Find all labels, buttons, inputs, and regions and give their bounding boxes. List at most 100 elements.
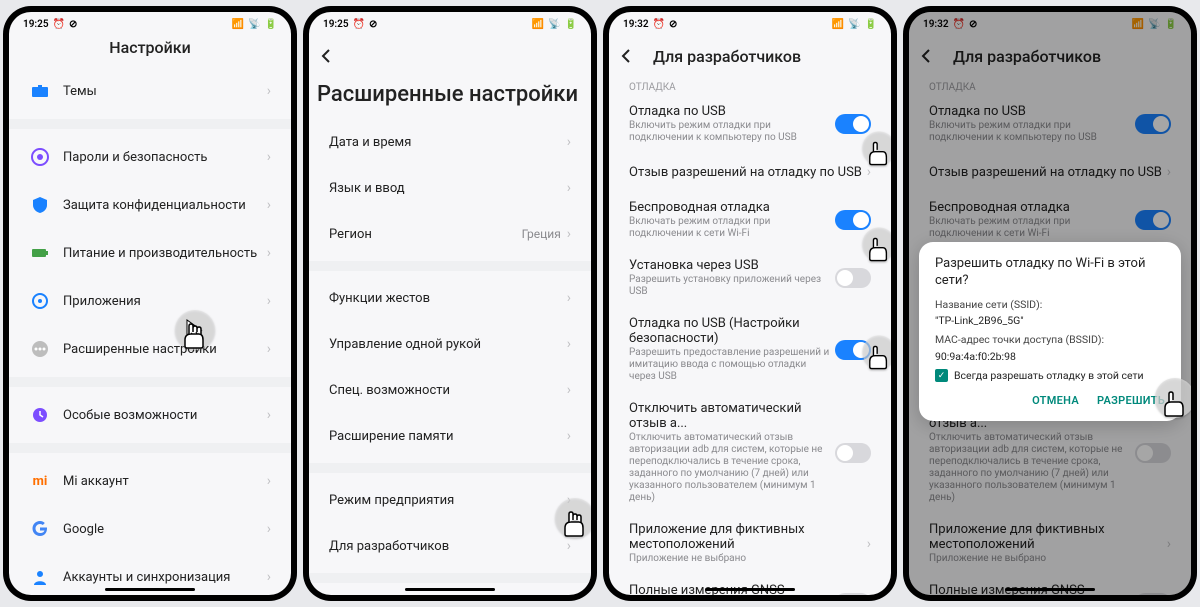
statusbar: 19:25⏰⊘ 📶📡🔋 (309, 12, 591, 36)
dialog-title: Разрешить отладку по Wi-Fi в этой сети? (935, 256, 1165, 290)
row-subtitle: Отключить автоматический отзыв авторизац… (629, 432, 835, 504)
mi-icon: mi (29, 470, 51, 492)
checkbox-label: Всегда разрешать отладку в этой сети (954, 369, 1144, 382)
row-enterprise[interactable]: Режим предприятия› (321, 477, 579, 523)
themes-icon (29, 80, 51, 102)
dialog-always-allow-checkbox[interactable]: ✓ Всегда разрешать отладку в этой сети (935, 369, 1165, 382)
battery-icon: 🔋 (265, 19, 277, 30)
row-one-hand[interactable]: Управление одной рукой› (321, 321, 579, 367)
toggle-install-usb[interactable] (835, 268, 871, 288)
chevron-right-icon: › (267, 149, 271, 165)
chevron-right-icon: › (267, 569, 271, 585)
chevron-right-icon: › (567, 538, 571, 554)
chevron-right-icon: › (267, 83, 271, 99)
row-usb-security[interactable]: Отладка по USB (Настройки безопасности)Р… (621, 307, 879, 392)
row-memory-ext[interactable]: Расширение памяти› (321, 413, 579, 459)
row-gnss[interactable]: Полные измерения GNSSОтслеживать все гру… (621, 574, 879, 595)
row-label: Для разработчиков (329, 539, 567, 554)
settings-row-mi-account[interactable]: mi Mi аккаунт› (21, 457, 279, 505)
row-install-usb[interactable]: Установка через USBРазрешить установку п… (621, 249, 879, 307)
row-mock-location[interactable]: Приложение для фиктивных местоположенийП… (621, 513, 879, 574)
toggle-usb-debug[interactable] (835, 114, 871, 134)
chevron-right-icon: › (267, 293, 271, 309)
chevron-right-icon: › (267, 197, 271, 213)
row-subtitle: Включать режим отладки при подключении к… (629, 216, 835, 240)
chevron-right-icon: › (267, 473, 271, 489)
row-label: Регион (329, 227, 522, 242)
settings-row-google[interactable]: Google› (21, 505, 279, 553)
statusbar: 19:25⏰⊘ 📶📡🔋 (9, 12, 291, 36)
row-label: Mi аккаунт (63, 474, 267, 489)
timer-icon (29, 404, 51, 426)
page-title: Настройки (9, 36, 291, 67)
row-lang-input[interactable]: Язык и ввод› (321, 165, 579, 211)
nav-handle[interactable] (705, 588, 795, 591)
dialog-bssid-label: MAC-адрес точки доступа (BSSID): (935, 333, 1165, 348)
row-label: Пароли и безопасность (63, 150, 267, 165)
chevron-right-icon: › (267, 521, 271, 537)
row-label: Отладка по USB (629, 104, 835, 119)
back-button[interactable] (613, 42, 641, 70)
toggle-wireless-debug[interactable] (835, 210, 871, 230)
chevron-right-icon: › (867, 164, 871, 180)
row-developer-options[interactable]: Для разработчиков› (321, 523, 579, 569)
google-icon (29, 518, 51, 540)
chevron-right-icon: › (267, 341, 271, 357)
dialog-ssid-label: Название сети (SSID): (935, 298, 1165, 313)
row-label: Отключить автоматический отзыв а... (629, 401, 835, 431)
row-label: Функции жестов (329, 291, 567, 306)
row-label: Приложения (63, 294, 267, 309)
row-label: Режим предприятия (329, 493, 567, 508)
wifi-debug-dialog: Разрешить отладку по Wi-Fi в этой сети? … (919, 242, 1181, 421)
toggle-gnss[interactable] (835, 593, 871, 595)
row-label: Беспроводная отладка (629, 200, 835, 215)
chevron-right-icon: › (267, 407, 271, 423)
page-title: Для разработчиков (653, 47, 801, 66)
settings-row-apps[interactable]: Приложения› (21, 277, 279, 325)
chevron-right-icon: › (567, 290, 571, 306)
lock-icon (29, 146, 51, 168)
dialog-bssid-value: 90:9a:4a:f0:2b:98 (935, 350, 1165, 363)
back-button[interactable] (313, 42, 341, 70)
row-date-time[interactable]: Дата и время› (321, 119, 579, 165)
dialog-allow-button[interactable]: РАЗРЕШИТЬ (1097, 394, 1165, 407)
row-region[interactable]: РегионГреция › (321, 211, 579, 257)
chevron-right-icon: › (567, 428, 571, 444)
row-label: Управление одной рукой (329, 337, 567, 352)
dialog-cancel-button[interactable]: ОТМЕНА (1032, 394, 1079, 407)
settings-row-power[interactable]: Питание и производительность› (21, 229, 279, 277)
chevron-right-icon: › (567, 382, 571, 398)
row-label: Установка через USB (629, 258, 835, 273)
row-label: Расширение памяти (329, 429, 567, 444)
row-label: Google (63, 522, 267, 537)
nav-handle[interactable] (105, 588, 195, 591)
dialog-ssid-value: "TP-Link_2B96_5G" (935, 314, 1165, 327)
settings-row-privacy-protection[interactable]: Защита конфиденциальности› (21, 181, 279, 229)
row-label: Язык и ввод (329, 181, 567, 196)
toggle-usb-security[interactable] (835, 340, 871, 360)
settings-row-themes[interactable]: Темы› (21, 67, 279, 115)
toggle-auto-revoke[interactable] (835, 443, 871, 463)
settings-row-passwords[interactable]: Пароли и безопасность› (21, 133, 279, 181)
battery-icon (29, 242, 51, 264)
section-label: ОТЛАДКА (621, 74, 879, 95)
row-auto-revoke[interactable]: Отключить автоматический отзыв а...Отклю… (621, 392, 879, 513)
row-usb-debug[interactable]: Отладка по USBВключить режим отладки при… (621, 95, 879, 153)
chevron-right-icon: › (867, 536, 871, 552)
chevron-right-icon: › (567, 492, 571, 508)
row-label: Особые возможности (63, 408, 267, 423)
chevron-right-icon: › (567, 180, 571, 196)
row-label: Спец. возможности (329, 383, 567, 398)
chevron-right-icon: › (567, 226, 571, 242)
statusbar: 19:32⏰⊘ 📶📡🔋 (609, 12, 891, 36)
row-subtitle: Разрешить установку приложений через USB (629, 274, 835, 298)
row-gestures[interactable]: Функции жестов› (321, 275, 579, 321)
settings-row-advanced[interactable]: Расширенные настройки› (21, 325, 279, 373)
settings-row-digital-wellbeing[interactable]: Особые возможности› (21, 391, 279, 439)
row-accessibility[interactable]: Спец. возможности› (321, 367, 579, 413)
row-wireless-debug[interactable]: Беспроводная отладкаВключать режим отлад… (621, 191, 879, 249)
row-label: Дата и время (329, 135, 567, 150)
row-revoke-usb-auth[interactable]: Отзыв разрешений на отладку по USB › (621, 153, 879, 191)
row-value: Греция (522, 227, 561, 241)
nav-handle[interactable] (405, 588, 495, 591)
